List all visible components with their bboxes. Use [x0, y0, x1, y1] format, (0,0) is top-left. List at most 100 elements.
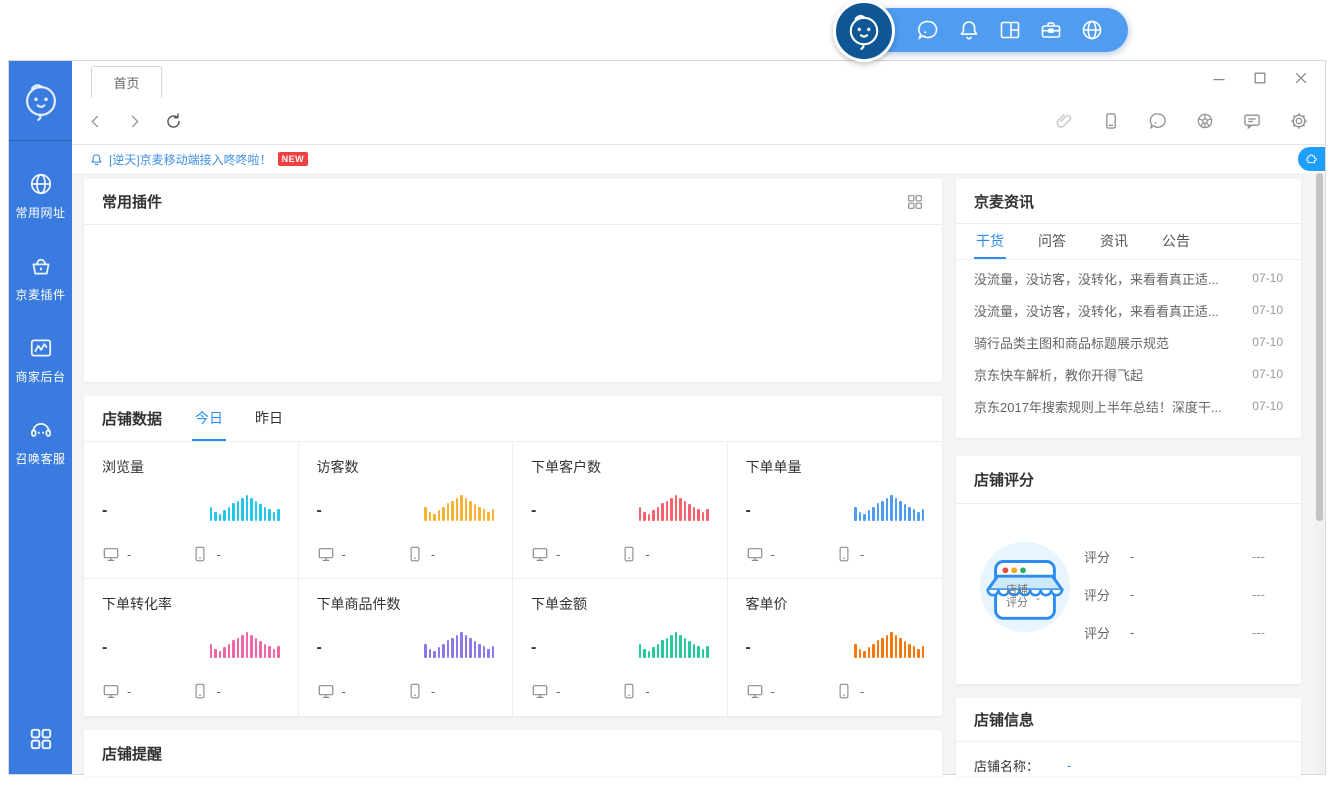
mini-bar-chart [854, 495, 924, 521]
paperclip-icon[interactable] [1054, 111, 1074, 131]
panel-title: 常用插件 [102, 191, 162, 212]
pc-value: - [127, 547, 131, 562]
maximize-icon[interactable] [1252, 70, 1268, 86]
chat-bubble-icon[interactable] [1148, 111, 1168, 131]
monitor-icon [317, 682, 335, 700]
back-icon[interactable] [86, 112, 105, 131]
mobile-icon [835, 545, 853, 563]
stat-title: 访客数 [317, 457, 495, 477]
tab-yesterday[interactable]: 昨日 [252, 396, 286, 441]
grid-icon[interactable] [28, 726, 54, 752]
stat-title: 下单单量 [746, 457, 925, 477]
news-item[interactable]: 没流量，没访客，没转化，来看看真正适... 07-10 [956, 294, 1301, 326]
wheel-icon[interactable] [1195, 111, 1215, 131]
stat-card-avg-order-value: 客单价 - - - [728, 579, 943, 716]
mobile-icon [406, 682, 424, 700]
stat-value: - [746, 501, 751, 521]
grid-icon[interactable] [906, 193, 924, 211]
mini-bar-chart [854, 632, 924, 658]
news-item[interactable]: 京东快车解析，教你开得飞起 07-10 [956, 358, 1301, 390]
refresh-icon[interactable] [164, 112, 183, 131]
rating-detail: --- [1252, 549, 1277, 564]
close-icon[interactable] [1293, 70, 1309, 86]
pc-value: - [342, 684, 346, 699]
shop-name-row: 店铺名称： - [956, 742, 1301, 775]
scrollbar [1315, 173, 1324, 774]
stat-value: - [102, 501, 107, 521]
panel-header: 店铺提醒 [84, 730, 942, 776]
sidebar-item-label: 商家后台 [15, 368, 65, 385]
rating-rows: 评分 - --- 评分 - --- 评分 - --- [1084, 544, 1277, 658]
news-item-date: 07-10 [1252, 303, 1283, 317]
stat-card-items-ordered: 下单商品件数 - - - [299, 579, 514, 716]
mobile-icon[interactable] [1101, 111, 1121, 131]
news-item[interactable]: 没流量，没访客，没转化，来看看真正适... 07-10 [956, 262, 1301, 294]
minimize-icon[interactable] [1211, 70, 1227, 86]
chat-bubble-icon[interactable] [916, 18, 940, 42]
rating-detail: --- [1252, 587, 1277, 602]
news-tab-qa[interactable]: 问答 [1036, 224, 1068, 259]
news-tabs: 干货 问答 资讯 公告 [956, 224, 1301, 260]
robot-logo-icon [845, 12, 883, 50]
news-tab-info[interactable]: 资讯 [1098, 224, 1130, 259]
content-area: 常用插件 店铺数据 今日 昨日 浏览量 - [72, 173, 1325, 774]
tab-today[interactable]: 今日 [192, 396, 226, 441]
mini-bar-chart [639, 632, 709, 658]
layout-icon[interactable] [998, 18, 1022, 42]
news-item[interactable]: 京东2017年搜索规则上半年总结！深度干... 07-10 [956, 390, 1301, 422]
shop-reminder-panel: 店铺提醒 [84, 730, 942, 776]
mobile-icon [835, 682, 853, 700]
sidebar-item-common-urls[interactable]: 常用网址 [9, 171, 72, 253]
mobile-value: - [431, 547, 435, 562]
panel-title: 京麦资讯 [974, 191, 1034, 212]
pc-value: - [556, 684, 560, 699]
notice-bar: [逆天]京麦移动端接入咚咚啦！ NEW [72, 145, 1325, 173]
puzzle-icon [1304, 152, 1319, 167]
stat-title: 下单转化率 [102, 594, 280, 614]
sidebar-item-merchant-backend[interactable]: 商家后台 [9, 335, 72, 417]
panel-title: 店铺信息 [974, 709, 1034, 730]
panel-header: 店铺数据 今日 昨日 [84, 396, 942, 442]
sidebar: 常用网址 京麦插件 商家后台 召唤客服 [9, 61, 72, 774]
stat-title: 浏览量 [102, 457, 280, 477]
mobile-value: - [860, 547, 864, 562]
gear-icon[interactable] [1289, 111, 1309, 131]
comment-icon[interactable] [1242, 111, 1262, 131]
news-item[interactable]: 骑行品类主图和商品标题展示规范 07-10 [956, 326, 1301, 358]
mini-bar-chart [639, 495, 709, 521]
news-tab-announcement[interactable]: 公告 [1160, 224, 1192, 259]
shop-name-value[interactable]: - [1067, 758, 1071, 773]
toolbox-icon[interactable] [1039, 18, 1063, 42]
stat-title: 下单商品件数 [317, 594, 495, 614]
robot-logo-icon [21, 81, 61, 121]
tab-home[interactable]: 首页 [91, 66, 162, 98]
rating-label: 评分 [1084, 547, 1110, 566]
sidebar-item-jingmai-plugins[interactable]: 京麦插件 [9, 253, 72, 335]
mini-bar-chart [424, 632, 494, 658]
stat-title: 客单价 [746, 594, 925, 614]
globe-icon[interactable] [1080, 18, 1104, 42]
scrollbar-thumb[interactable] [1316, 173, 1323, 521]
robot-logo-button[interactable] [833, 0, 895, 62]
pc-value: - [556, 547, 560, 562]
mobile-value: - [645, 684, 649, 699]
globe-icon [28, 171, 54, 197]
sidebar-logo[interactable] [9, 61, 72, 141]
monitor-icon [531, 682, 549, 700]
rating-value: - [1130, 549, 1134, 564]
app-window: 常用网址 京麦插件 商家后台 召唤客服 首页 [8, 60, 1326, 775]
rating-row: 评分 - --- [1084, 620, 1277, 644]
news-tab-tips[interactable]: 干货 [974, 224, 1006, 259]
stat-card-visitors: 访客数 - - - [299, 442, 514, 579]
stat-value: - [531, 638, 536, 658]
plugin-drawer-button[interactable] [1298, 147, 1325, 171]
bell-icon[interactable] [957, 18, 981, 42]
notice-text[interactable]: [逆天]京麦移动端接入咚咚啦！ [109, 151, 272, 168]
news-item-title: 骑行品类主图和商品标题展示规范 [974, 333, 1169, 352]
nav-buttons [86, 112, 183, 131]
stat-title: 下单金额 [531, 594, 709, 614]
news-item-title: 京东快车解析，教你开得飞起 [974, 365, 1143, 384]
news-item-date: 07-10 [1252, 399, 1283, 413]
sidebar-item-customer-service[interactable]: 召唤客服 [9, 417, 72, 499]
forward-icon[interactable] [125, 112, 144, 131]
